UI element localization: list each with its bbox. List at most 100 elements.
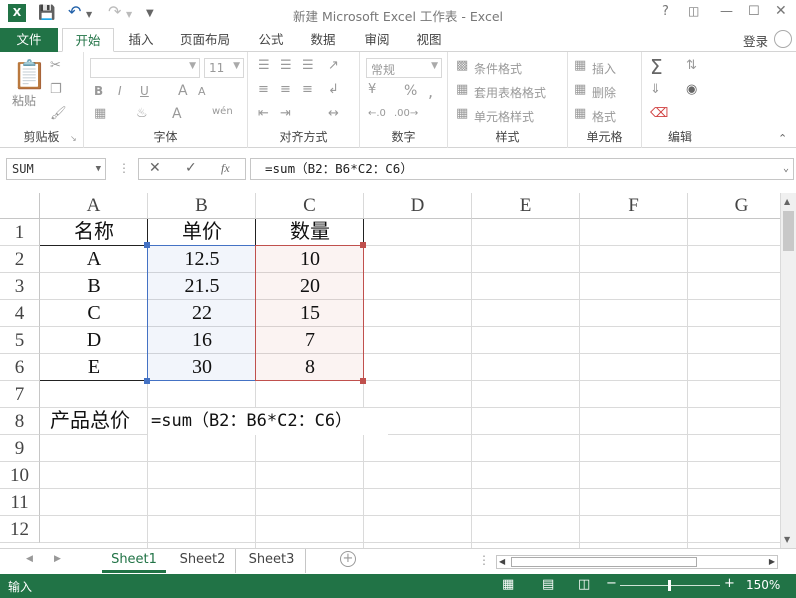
column-header-e[interactable]: E xyxy=(472,193,580,219)
increase-indent-icon[interactable]: ⇥ xyxy=(280,106,291,121)
cell-a1[interactable]: 名称 xyxy=(40,219,148,246)
column-header-c[interactable]: C xyxy=(256,193,364,219)
chevron-down-icon[interactable]: ▼ xyxy=(96,159,101,179)
font-grow-button[interactable]: A xyxy=(178,83,188,99)
currency-icon[interactable]: ¥ xyxy=(368,82,376,97)
row-header[interactable]: 1 xyxy=(0,219,40,246)
cell-c5[interactable]: 7 xyxy=(256,327,364,354)
row-header[interactable]: 3 xyxy=(0,273,40,300)
format-painter-icon[interactable]: 🖌 xyxy=(50,106,67,121)
worksheet-grid[interactable]: A B C D E F G 1 2 3 4 5 6 7 8 9 10 11 12… xyxy=(0,193,780,548)
zoom-in-icon[interactable]: + xyxy=(724,576,735,591)
row-header[interactable]: 5 xyxy=(0,327,40,354)
decrease-decimal-icon[interactable]: .00→ xyxy=(394,108,418,119)
row-header[interactable]: 12 xyxy=(0,516,40,543)
border-icon[interactable]: ▦ xyxy=(94,106,106,121)
tab-formulas[interactable]: 公式 xyxy=(250,28,292,52)
cell-a3[interactable]: B xyxy=(40,273,148,300)
tab-review[interactable]: 审阅 xyxy=(356,28,398,52)
cell-a8[interactable]: 产品总价 xyxy=(40,408,148,435)
wrap-text-icon[interactable]: ↲ xyxy=(328,82,339,97)
cell-c1[interactable]: 数量 xyxy=(256,219,364,246)
tab-file[interactable]: 文件 xyxy=(0,28,58,52)
column-header-g[interactable]: G xyxy=(688,193,780,219)
phonetic-button[interactable]: wén xyxy=(212,106,233,117)
tab-view[interactable]: 视图 xyxy=(408,28,450,52)
paste-button[interactable]: 粘贴 xyxy=(12,92,36,109)
row-header[interactable]: 2 xyxy=(0,246,40,273)
fill-color-icon[interactable]: ♨ xyxy=(136,106,148,121)
cell-a2[interactable]: A xyxy=(40,246,148,273)
column-header-d[interactable]: D xyxy=(364,193,472,219)
cell-a4[interactable]: C xyxy=(40,300,148,327)
tab-insert[interactable]: 插入 xyxy=(120,28,162,52)
delete-cells-button[interactable]: 删除 xyxy=(592,84,616,101)
scroll-thumb[interactable] xyxy=(783,211,794,251)
add-sheet-icon[interactable]: + xyxy=(340,551,356,567)
cell-b6[interactable]: 30 xyxy=(148,354,256,381)
paste-icon[interactable]: 📋 xyxy=(12,58,47,91)
tab-data[interactable]: 数据 xyxy=(302,28,344,52)
orientation-icon[interactable]: ↗ xyxy=(328,58,339,73)
font-size-combo[interactable]: 11 ▼ xyxy=(204,58,244,78)
name-box[interactable]: SUM ▼ xyxy=(6,158,106,180)
fill-icon[interactable]: ⇓ xyxy=(650,82,661,97)
align-right-icon[interactable]: ≡ xyxy=(302,82,313,97)
row-header[interactable]: 11 xyxy=(0,489,40,516)
percent-button[interactable]: % xyxy=(404,83,417,99)
comma-button[interactable]: , xyxy=(428,82,433,101)
align-top-icon[interactable]: ☰ xyxy=(258,58,270,73)
cut-icon[interactable]: ✂ xyxy=(50,58,61,73)
sheet-tab-sheet2[interactable]: Sheet2 xyxy=(170,549,236,573)
help-button[interactable]: ? xyxy=(662,4,669,19)
cell-b1[interactable]: 单价 xyxy=(148,219,256,246)
cell-c2[interactable]: 10 xyxy=(256,246,364,273)
column-header-b[interactable]: B xyxy=(148,193,256,219)
scroll-right-icon[interactable]: ▶ xyxy=(769,557,775,566)
underline-button[interactable]: U xyxy=(140,84,149,98)
cell-c4[interactable]: 15 xyxy=(256,300,364,327)
cell-c6[interactable]: 8 xyxy=(256,354,364,381)
bold-button[interactable]: B xyxy=(94,84,103,98)
increase-decimal-icon[interactable]: ←.0 xyxy=(368,108,386,119)
zoom-level[interactable]: 150% xyxy=(746,578,780,592)
cell-a6[interactable]: E xyxy=(40,354,148,381)
avatar[interactable] xyxy=(774,30,792,48)
cell-b3[interactable]: 21.5 xyxy=(148,273,256,300)
italic-button[interactable]: I xyxy=(118,84,122,98)
insert-function-button[interactable]: fx xyxy=(221,161,230,176)
ribbon-display-icon[interactable]: ◫ xyxy=(688,4,699,18)
zoom-out-icon[interactable]: − xyxy=(606,576,617,591)
decrease-indent-icon[interactable]: ⇤ xyxy=(258,106,269,121)
column-header-f[interactable]: F xyxy=(580,193,688,219)
clipboard-launcher-icon[interactable]: ↘ xyxy=(70,134,77,143)
next-sheet-icon[interactable]: ▶ xyxy=(54,554,61,564)
number-format-combo[interactable]: 常规 ▼ xyxy=(366,58,442,78)
align-left-icon[interactable]: ≡ xyxy=(258,82,269,97)
h-scroll-thumb[interactable] xyxy=(511,557,697,567)
copy-icon[interactable]: ❐ xyxy=(50,82,62,97)
page-break-view-icon[interactable]: ◫ xyxy=(578,577,590,592)
font-color-button[interactable]: A xyxy=(172,106,182,122)
align-middle-icon[interactable]: ☰ xyxy=(280,58,292,73)
prev-sheet-icon[interactable]: ◀ xyxy=(26,554,33,564)
minimize-icon[interactable]: — xyxy=(720,4,733,19)
font-shrink-button[interactable]: A xyxy=(198,85,206,98)
login-link[interactable]: 登录 xyxy=(743,31,768,50)
row-header[interactable]: 8 xyxy=(0,408,40,435)
cell-styles-button[interactable]: 单元格样式 xyxy=(474,108,534,125)
tab-split-icon[interactable]: ⋮ xyxy=(478,553,490,567)
merge-cells-icon[interactable]: ↔ xyxy=(328,106,339,121)
scroll-up-icon[interactable]: ▲ xyxy=(784,197,790,206)
row-header[interactable]: 4 xyxy=(0,300,40,327)
scroll-left-icon[interactable]: ◀ xyxy=(499,557,505,566)
align-center-icon[interactable]: ≡ xyxy=(280,82,291,97)
row-header[interactable]: 6 xyxy=(0,354,40,381)
normal-view-icon[interactable]: ▦ xyxy=(502,577,514,592)
vertical-scrollbar[interactable]: ▲ ▼ xyxy=(780,193,796,548)
cell-a5[interactable]: D xyxy=(40,327,148,354)
sort-filter-icon[interactable]: ⇅ xyxy=(686,58,697,73)
select-all-corner[interactable] xyxy=(0,193,40,219)
maximize-icon[interactable]: ☐ xyxy=(748,4,760,19)
column-header-a[interactable]: A xyxy=(40,193,148,219)
